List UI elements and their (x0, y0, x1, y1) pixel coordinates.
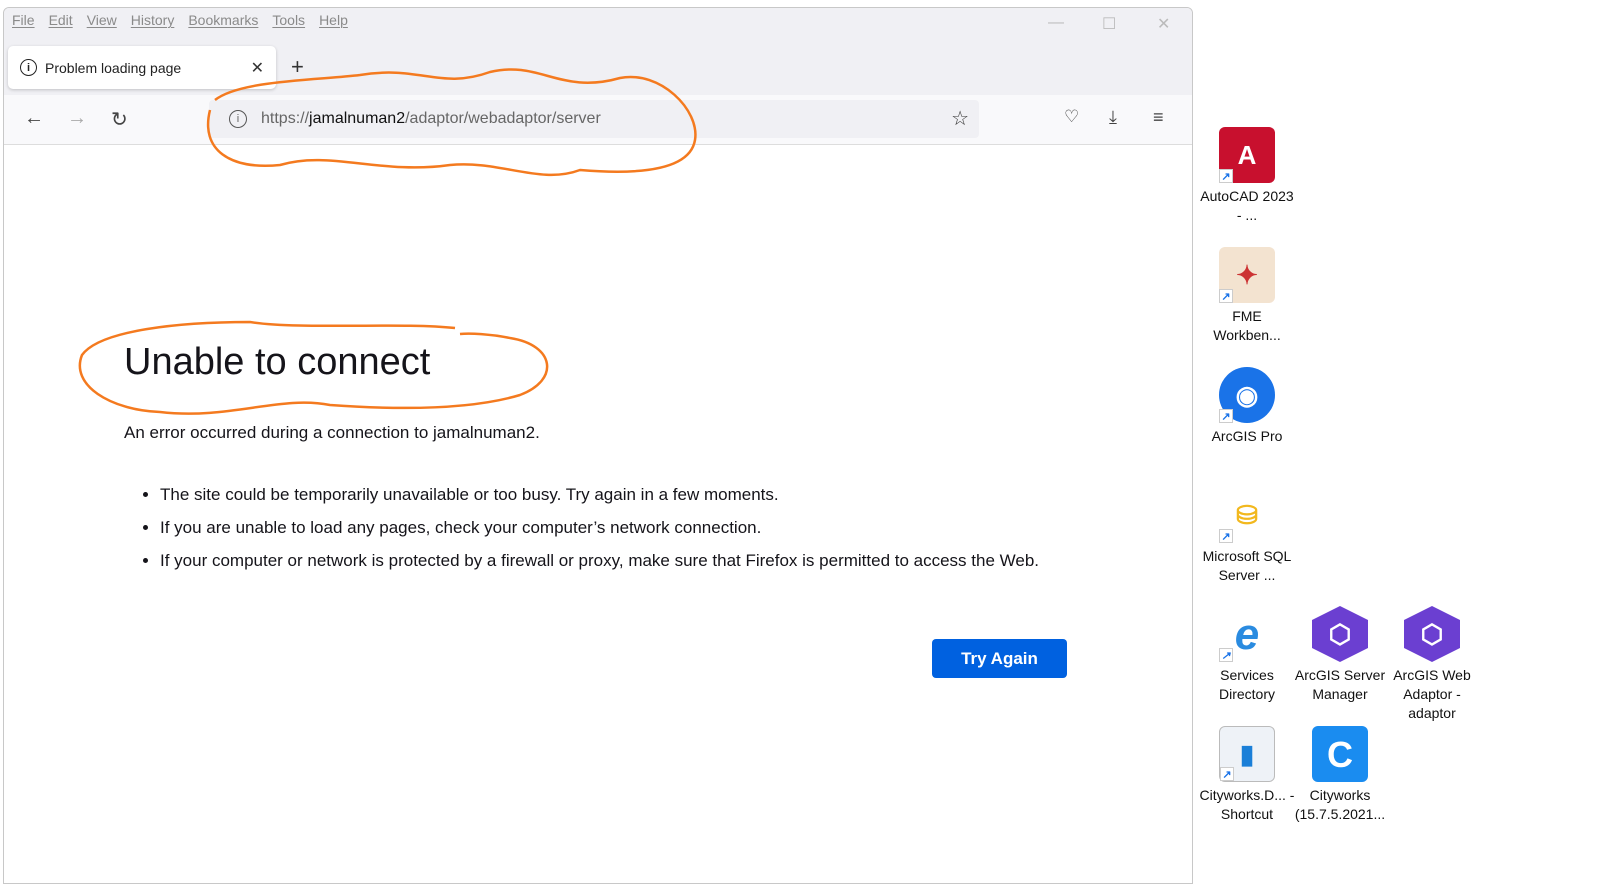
bookmark-star-icon[interactable]: ☆ (951, 106, 969, 131)
menu-history[interactable]: History (131, 12, 175, 28)
menu-edit[interactable]: Edit (49, 12, 73, 28)
app-menu-icon[interactable]: ≡ (1153, 107, 1164, 128)
arcgis-pro-icon: ◉ ↗ (1219, 367, 1275, 423)
icon-label: FME Workben... (1213, 308, 1281, 343)
pocket-icon[interactable]: ♡ (1064, 107, 1079, 127)
icon-label: ArcGIS Server Manager (1294, 667, 1386, 702)
autocad-icon: A ↗ (1219, 127, 1275, 183)
error-subtitle: An error occurred during a connection to… (124, 423, 540, 442)
desktop-icon-arcgis-pro[interactable]: ◉ ↗ ArcGIS Pro (1199, 367, 1295, 446)
url-bar[interactable]: i https://jamalnuman2/adaptor/webadaptor… (209, 100, 979, 138)
back-button[interactable]: ← (24, 107, 44, 130)
new-tab-button[interactable]: + (291, 54, 304, 80)
desktop-icon-fme[interactable]: ✦ ↗ FME Workben... (1199, 247, 1295, 345)
desktop-icon-services-directory[interactable]: e ↗ Services Directory (1199, 606, 1295, 704)
tab-problem-loading[interactable]: i Problem loading page ✕ (8, 46, 276, 89)
icon-label: Cityworks (15.7.5.2021... (1294, 787, 1386, 822)
icon-label: Microsoft SQL Server ... (1202, 548, 1292, 583)
try-again-button[interactable]: Try Again (932, 639, 1067, 678)
arcgis-server-icon: ⬡ (1312, 606, 1368, 662)
close-tab-icon[interactable]: ✕ (251, 58, 264, 78)
desktop-icon-cityworks-shortcut[interactable]: ▮ ↗ Cityworks.D... - Shortcut (1199, 726, 1295, 824)
maximize-button[interactable]: ☐ (1102, 14, 1116, 34)
reload-button[interactable]: ↻ (111, 107, 128, 132)
desktop-icon-arcgis-web-adaptor[interactable]: ⬡ ArcGIS Web Adaptor - adaptor (1384, 606, 1480, 723)
menu-bar: File Edit View History Bookmarks Tools H… (12, 12, 348, 28)
cityworks-icon: C (1312, 726, 1368, 782)
error-suggestions: The site could be temporarily unavailabl… (160, 483, 1080, 582)
minimize-button[interactable]: — (1048, 14, 1064, 32)
sql-server-icon: ⛁ ↗ (1219, 487, 1275, 543)
desktop-icon-arcgis-server-manager[interactable]: ⬡ ArcGIS Server Manager (1292, 606, 1388, 704)
nav-bar: ← → ↻ i https://jamalnuman2/adaptor/weba… (4, 95, 1192, 145)
desktop-icon-autocad[interactable]: A ↗ AutoCAD 2023 - ... (1199, 127, 1295, 225)
tab-title: Problem loading page (45, 59, 182, 76)
menu-help[interactable]: Help (319, 12, 348, 28)
error-title: Unable to connect (124, 341, 431, 383)
suggestion: The site could be temporarily unavailabl… (160, 483, 1080, 507)
internet-explorer-icon: e ↗ (1219, 606, 1275, 662)
menu-bookmarks[interactable]: Bookmarks (188, 12, 258, 28)
icon-label: Services Directory (1218, 667, 1275, 702)
arcgis-web-adaptor-icon: ⬡ (1404, 606, 1460, 662)
error-page: Unable to connect An error occurred duri… (4, 145, 1192, 883)
desktop-icon-cityworks[interactable]: C Cityworks (15.7.5.2021... (1292, 726, 1388, 824)
icon-label: Cityworks.D... - Shortcut (1199, 787, 1295, 822)
site-info-icon[interactable]: i (229, 110, 247, 128)
url-host: jamalnuman2 (309, 110, 406, 127)
title-bar: File Edit View History Bookmarks Tools H… (4, 8, 1192, 95)
url-path: /adaptor/webadaptor/server (405, 110, 601, 127)
suggestion: If you are unable to load any pages, che… (160, 516, 1080, 540)
document-icon: ▮ ↗ (1219, 726, 1275, 782)
icon-label: ArcGIS Web Adaptor - adaptor (1393, 667, 1471, 721)
info-icon: i (20, 59, 37, 76)
menu-file[interactable]: File (12, 12, 35, 28)
menu-view[interactable]: View (87, 12, 117, 28)
icon-label: ArcGIS Pro (1211, 428, 1283, 444)
url-scheme: https:// (261, 110, 310, 127)
menu-tools[interactable]: Tools (272, 12, 305, 28)
suggestion: If your computer or network is protected… (160, 549, 1080, 573)
close-window-button[interactable]: ✕ (1157, 14, 1170, 34)
desktop-icon-sql-server[interactable]: ⛁ ↗ Microsoft SQL Server ... (1199, 487, 1295, 585)
download-icon[interactable]: ⤓ (1109, 107, 1117, 128)
icon-label: AutoCAD 2023 - ... (1200, 188, 1294, 223)
fme-icon: ✦ ↗ (1219, 247, 1275, 303)
forward-button[interactable]: → (67, 107, 87, 130)
firefox-window: File Edit View History Bookmarks Tools H… (3, 7, 1193, 884)
